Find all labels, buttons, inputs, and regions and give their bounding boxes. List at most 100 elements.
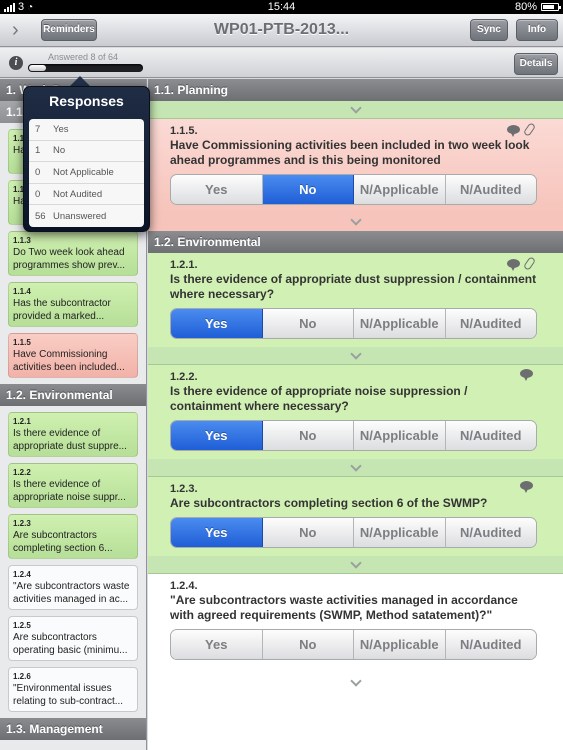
sidebar-item[interactable]: 1.2.6 "Environmental issues relating to s… (8, 667, 138, 712)
answer-option-yes[interactable]: Yes (171, 630, 263, 659)
chevron-down-icon (349, 214, 362, 226)
answer-option-n-audited[interactable]: N/Audited (445, 421, 536, 450)
status-bar: 3 ◔ 15:44 80% (0, 0, 563, 14)
sidebar-item[interactable]: 1.2.2 Is there evidence of appropriate no… (8, 463, 138, 508)
response-count-row: 0 Not Applicable (29, 162, 144, 184)
response-count-row: 7 Yes (29, 119, 144, 141)
section-header: 1.1. Planning (148, 79, 563, 101)
answer-option-yes[interactable]: Yes (171, 309, 263, 338)
question-card: 1.2.3. Are subcontractors completing sect… (148, 477, 563, 556)
sidebar-item-number: 1.1.5 (13, 338, 31, 347)
expand-question-button[interactable] (148, 347, 563, 365)
sidebar-item[interactable]: 1.1.3 Do Two week look ahead programmes s… (8, 231, 138, 276)
answer-option-no[interactable]: No (262, 309, 354, 338)
answer-option-n-applicable[interactable]: N/Applicable (354, 630, 446, 659)
sidebar-item[interactable]: 1.1.4 Has the subcontractor provided a ma… (8, 282, 138, 327)
answer-option-yes[interactable]: Yes (171, 518, 263, 547)
sidebar-item-text: Are subcontractors completing section 6.… (13, 530, 113, 554)
sidebar-item[interactable]: 1.2.4 "Are subcontractors waste activitie… (8, 565, 138, 610)
sidebar-item-text: "Are subcontractors waste activities man… (13, 581, 130, 605)
question-text: Is there evidence of appropriate noise s… (170, 384, 468, 413)
answer-segmented-control: Yes No N/Applicable N/Audited (170, 629, 537, 660)
sidebar-item-text: Has the subcontractor provided a marked.… (13, 298, 111, 322)
answered-label: Answered 8 of 64 (48, 52, 119, 62)
popover-arrow (70, 76, 90, 86)
answer-segmented-control: Yes No N/Applicable N/Audited (170, 174, 537, 205)
sidebar-item-number: 1.2.6 (13, 672, 31, 681)
sidebar-item-number: 1.2.3 (13, 519, 31, 528)
answer-option-yes[interactable]: Yes (171, 421, 263, 450)
comment-icon[interactable] (507, 125, 520, 137)
status-time: 15:44 (267, 1, 296, 13)
popover-list: 7 Yes 1 No 0 Not Applicable 0 Not Audited 56 Unan… (29, 119, 144, 227)
question-list: 1.1. Planning 1.1.5. Have Commissioning ac… (148, 79, 563, 750)
response-count: 7 (35, 123, 41, 135)
sidebar-item[interactable]: 1.1.5 Have Commissioning activities been … (8, 333, 138, 378)
question-card: 1.1.5. Have Commissioning activities been… (148, 119, 563, 213)
answer-option-n-audited[interactable]: N/Audited (445, 309, 536, 338)
response-count: 0 (35, 166, 41, 178)
details-button[interactable]: Details (514, 53, 558, 75)
question-text: Have Commissioning activities been inclu… (170, 138, 530, 167)
battery-icon (541, 3, 561, 11)
response-count-row: 56 Unanswered (29, 205, 144, 227)
chevron-down-icon (349, 459, 362, 472)
sidebar-item-number: 1.2.2 (13, 468, 31, 477)
expand-question-button[interactable] (148, 674, 563, 692)
sidebar-item[interactable]: 1.2.1 Is there evidence of appropriate du… (8, 412, 138, 457)
answer-option-n-applicable[interactable]: N/Applicable (354, 309, 446, 338)
sidebar-item-text: Are subcontractors operating basic (mini… (13, 632, 128, 656)
answer-option-n-audited[interactable]: N/Audited (445, 518, 536, 547)
comment-icon[interactable] (520, 481, 533, 493)
response-label: Not Audited (53, 188, 103, 200)
answer-option-no[interactable]: No (262, 518, 354, 547)
chevron-down-icon (349, 101, 362, 114)
chevron-down-icon (349, 556, 362, 569)
answer-segmented-control: Yes No N/Applicable N/Audited (170, 308, 537, 339)
question-card: 1.2.2. Is there evidence of appropriate n… (148, 365, 563, 459)
response-label: Yes (53, 123, 69, 135)
comment-icon[interactable] (520, 369, 533, 381)
expand-question-button[interactable] (148, 556, 563, 574)
question-number: 1.2.4. (170, 580, 198, 592)
chevron-down-icon (349, 675, 362, 687)
app-root: 3 ◔ 15:44 80% › Reminders WP01-PTB-2013.… (0, 0, 563, 750)
answer-option-yes[interactable]: Yes (171, 175, 263, 204)
nav-bar: › Reminders WP01-PTB-2013... Sync Info (0, 14, 563, 47)
answer-option-no[interactable]: No (262, 630, 354, 659)
answer-option-no[interactable]: No (262, 421, 354, 450)
progress-bar (28, 64, 143, 72)
answer-segmented-control: Yes No N/Applicable N/Audited (170, 517, 537, 548)
popover-title: Responses (49, 93, 124, 109)
sidebar-item[interactable]: 1.2.5 Are subcontractors operating basic … (8, 616, 138, 661)
sidebar-item[interactable]: 1.2.3 Are subcontractors completing secti… (8, 514, 138, 559)
battery-percent: 80% (514, 1, 537, 13)
sidebar-section-header: 1.2. Environmental (0, 384, 146, 406)
comment-icon[interactable] (507, 259, 520, 271)
answer-option-n-applicable[interactable]: N/Applicable (354, 421, 446, 450)
answer-option-no[interactable]: No (262, 175, 354, 204)
expand-previous-button[interactable] (148, 101, 563, 119)
sidebar-item-number: 1.2.1 (13, 417, 31, 426)
answer-option-n-audited[interactable]: N/Audited (445, 630, 536, 659)
expand-question-button[interactable] (148, 213, 563, 231)
response-count: 1 (35, 145, 41, 157)
info-icon[interactable]: i (9, 56, 23, 70)
chevron-down-icon (349, 347, 362, 360)
question-card: 1.2.4. "Are subcontractors waste activiti… (148, 574, 563, 674)
question-card: 1.2.1. Is there evidence of appropriate d… (148, 253, 563, 347)
answer-option-n-applicable[interactable]: N/Applicable (354, 518, 446, 547)
reminders-button[interactable]: Reminders (41, 19, 97, 41)
progress-fill (29, 65, 46, 71)
sync-button[interactable]: Sync (470, 19, 508, 41)
answer-option-n-audited[interactable]: N/Audited (445, 175, 536, 204)
sidebar-section-header: 1.3. Management (0, 718, 146, 740)
question-number: 1.2.3. (170, 483, 198, 495)
expand-question-button[interactable] (148, 459, 563, 477)
sidebar-item-number: 1.2.4 (13, 570, 31, 579)
responses-popover: Responses 7 Yes 1 No 0 Not Applicable 0 Not Aud… (23, 86, 150, 232)
chevron-right-icon[interactable]: › (12, 20, 28, 41)
answer-option-n-applicable[interactable]: N/Applicable (354, 175, 446, 204)
info-button[interactable]: Info (516, 19, 558, 41)
